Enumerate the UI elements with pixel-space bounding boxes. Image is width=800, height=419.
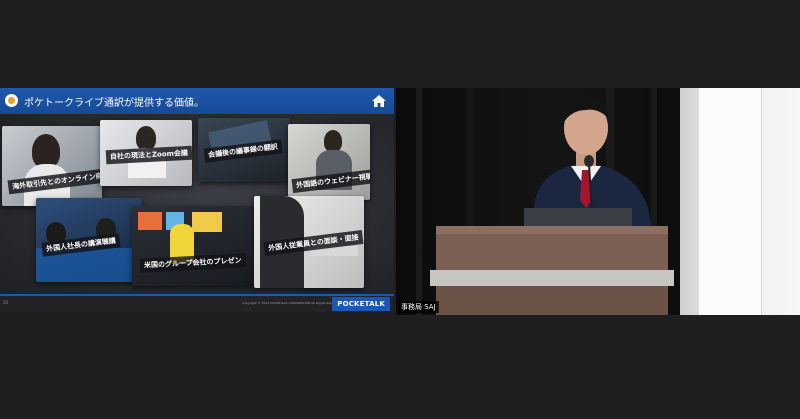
- speaker-at-podium: [430, 98, 674, 315]
- photo-online-meeting: 海外取引先とのオンライン商談: [2, 126, 102, 206]
- slide-copyright: Copyright © 2024 POCKETALK CORPORATION A…: [242, 301, 342, 305]
- shared-screen-tile[interactable]: ポケトークライブ通訳が提供する価値。 海外取引先とのオンライン商談 自社の現法と…: [0, 88, 394, 312]
- caption-6: 米国のグループ会社のプレゼン: [139, 253, 246, 273]
- slide-collage: 海外取引先とのオンライン商談 自社の現法とZoom会議 会議後の議事録の翻訳 外…: [0, 114, 394, 294]
- photo-minutes-translation: 会議後の議事録の翻訳: [198, 118, 290, 182]
- pocketalk-logo-icon: [5, 94, 18, 107]
- slide-page-number: 20: [3, 300, 9, 305]
- slide-header: ポケトークライブ通訳が提供する価値。: [0, 88, 394, 114]
- slide-footer: 20 Copyright © 2024 POCKETALK CORPORATIO…: [0, 294, 394, 312]
- photo-ceo-lecture: 外国人社長の講演聴講: [36, 198, 142, 282]
- home-icon: [372, 95, 386, 107]
- caption-2: 自社の現法とZoom会議: [105, 145, 192, 165]
- photo-webinar: 外国語のウェビナー視聴: [288, 124, 370, 200]
- photo-zoom-meeting: 自社の現法とZoom会議: [100, 120, 192, 186]
- speaker-video-tile[interactable]: 事務局 SAJ: [396, 88, 800, 315]
- slide-title: ポケトークライブ通訳が提供する価値。: [24, 98, 204, 109]
- brand-logo: POCKETALK: [332, 297, 390, 311]
- participant-name-tag: 事務局 SAJ: [398, 301, 439, 313]
- photo-group-presentation: 米国のグループ会社のプレゼン: [132, 206, 256, 286]
- photo-employee-interview: 外国人従業員との面談・面接: [254, 196, 364, 288]
